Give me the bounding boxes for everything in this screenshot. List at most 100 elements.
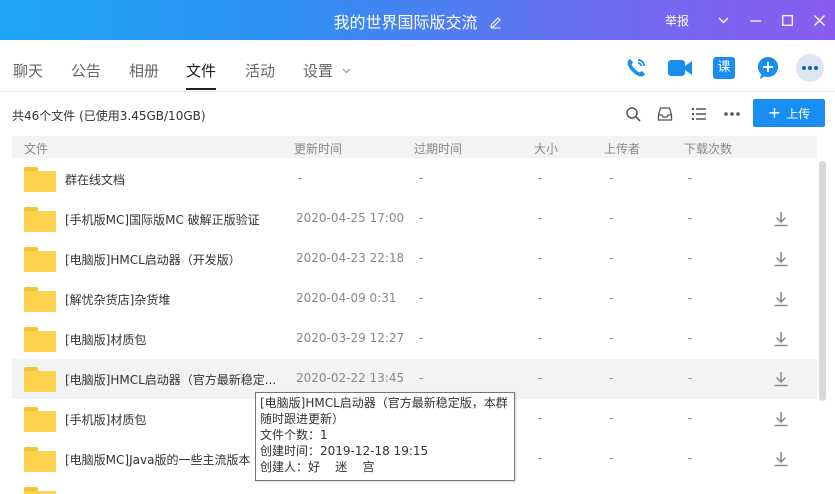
download-icon[interactable] (772, 410, 790, 428)
table-row[interactable]: [解忧杂货店]杂货堆 2020-04-09 0:31 - - - - (12, 279, 817, 319)
tab-announcements[interactable]: 公告 (71, 60, 101, 81)
download-count: - (688, 411, 693, 425)
column-header-downloads[interactable]: 下载次数 (684, 140, 732, 157)
upload-label: 上传 (786, 106, 811, 121)
course-icon[interactable]: 课 (710, 54, 738, 82)
download-icon[interactable] (772, 450, 790, 468)
inbox-icon[interactable] (654, 103, 676, 125)
download-count: - (688, 371, 693, 385)
expires-time: - (419, 171, 424, 185)
close-icon[interactable] (803, 0, 835, 40)
table-row[interactable]: [电脑版]HMCL启动器（开发版） 2020-04-23 22:18 - - -… (12, 239, 817, 279)
more-apps-bg (796, 54, 824, 82)
upload-button[interactable]: + 上传 (753, 99, 825, 127)
edit-pencil-icon[interactable] (489, 14, 502, 33)
add-app-icon[interactable] (754, 54, 782, 82)
folder-name: [解忧杂货店]杂货堆 (65, 293, 171, 307)
video-call-icon[interactable] (666, 54, 694, 82)
vertical-scrollbar[interactable] (818, 159, 827, 494)
tab-activities[interactable]: 活动 (245, 60, 275, 81)
download-count: - (688, 451, 693, 465)
uploader: - (609, 451, 614, 465)
column-header-uploader[interactable]: 上传者 (604, 140, 640, 157)
voice-call-icon[interactable] (622, 54, 650, 82)
expires-time: - (419, 331, 424, 345)
more-apps-icon[interactable] (796, 54, 824, 82)
updated-time: 2020-03-29 12:27 (296, 331, 405, 345)
tooltip-name-line2: 随时跟进更新） (260, 412, 345, 426)
download-count: - (688, 211, 693, 225)
uploader: - (609, 411, 614, 425)
updated-time: - (298, 171, 303, 185)
uploader: - (609, 171, 614, 185)
download-icon[interactable] (772, 210, 790, 228)
expires-time: - (419, 291, 424, 305)
download-count: - (688, 291, 693, 305)
file-size: - (538, 451, 543, 465)
folder-icon (24, 287, 56, 312)
updated-time: 2020-04-23 22:18 (296, 251, 405, 265)
tab-chat[interactable]: 聊天 (13, 60, 43, 81)
tooltip-creator: 创建人：好 迷 宫 (260, 460, 375, 474)
uploader: - (609, 371, 614, 385)
folder-icon (24, 447, 56, 472)
folder-icon (24, 207, 56, 232)
list-view-icon[interactable] (688, 103, 710, 125)
table-row-partial[interactable] (12, 479, 817, 494)
folder-name: 群在线文档 (65, 173, 126, 187)
expires-time: - (419, 211, 424, 225)
folder-icon (24, 167, 56, 192)
folder-icon (24, 487, 56, 494)
column-header-file[interactable]: 文件 (24, 140, 48, 157)
expires-time: - (419, 371, 424, 385)
folder-icon (24, 407, 56, 432)
tab-album[interactable]: 相册 (129, 60, 159, 81)
uploader: - (609, 211, 614, 225)
updated-time: 2020-04-09 0:31 (296, 291, 397, 305)
file-size: - (538, 251, 543, 265)
tab-files[interactable]: 文件 (186, 60, 217, 90)
table-row[interactable]: [手机版MC]国际版MC 破解正版验证 2020-04-25 17:00 - -… (12, 199, 817, 239)
tab-settings[interactable]: 设置 (303, 60, 351, 81)
download-icon[interactable] (772, 290, 790, 308)
folder-name: [电脑版]HMCL启动器（官方最新稳定... (65, 373, 277, 387)
folder-name: [手机版MC]国际版MC 破解正版验证 (65, 213, 260, 227)
folder-name: [电脑版MC]Java版的一些主流版本 (65, 453, 251, 467)
column-header-updated[interactable]: 更新时间 (294, 140, 342, 157)
column-header-expires[interactable]: 过期时间 (414, 140, 462, 157)
course-label: 课 (713, 57, 735, 79)
download-icon[interactable] (772, 250, 790, 268)
download-icon[interactable] (772, 330, 790, 348)
title-bar: 我的世界国际版交流 举报 (0, 0, 835, 40)
updated-time: 2020-04-25 17:00 (296, 211, 405, 225)
expires-time: - (419, 251, 424, 265)
table-row[interactable]: [电脑版]材质包 2020-03-29 12:27 - - - - (12, 319, 817, 359)
tooltip-name-line1: [电脑版]HMCL启动器（官方最新稳定版，本群 (260, 396, 508, 410)
folder-tooltip: [电脑版]HMCL启动器（官方最新稳定版，本群 随时跟进更新） 文件个数：1 创… (255, 392, 515, 481)
dropdown-chevron-icon[interactable] (707, 0, 739, 40)
folder-name: [手机版]材质包 (65, 413, 147, 427)
report-link[interactable]: 举报 (665, 12, 689, 29)
maximize-icon[interactable] (771, 0, 803, 40)
folder-icon (24, 327, 56, 352)
table-row[interactable]: 群在线文档 - - - - - (12, 159, 817, 199)
minimize-icon[interactable] (739, 0, 771, 40)
download-count: - (688, 251, 693, 265)
storage-summary: 共46个文件 (已使用3.45GB/10GB) (12, 109, 206, 123)
more-options-icon[interactable] (721, 103, 743, 125)
file-size: - (538, 331, 543, 345)
uploader: - (609, 331, 614, 345)
updated-time: 2020-02-22 13:45 (296, 371, 405, 385)
column-header-size[interactable]: 大小 (534, 140, 558, 157)
folder-icon (24, 367, 56, 392)
uploader: - (609, 291, 614, 305)
download-icon[interactable] (772, 370, 790, 388)
scrollbar-thumb[interactable] (819, 161, 826, 401)
plus-icon: + (767, 103, 782, 122)
chevron-down-icon (342, 60, 351, 78)
folder-name: [电脑版]HMCL启动器（开发版） (65, 253, 241, 267)
folder-icon (24, 247, 56, 272)
tooltip-file-count: 文件个数：1 (260, 428, 328, 442)
search-icon[interactable] (622, 103, 644, 125)
file-size: - (538, 211, 543, 225)
